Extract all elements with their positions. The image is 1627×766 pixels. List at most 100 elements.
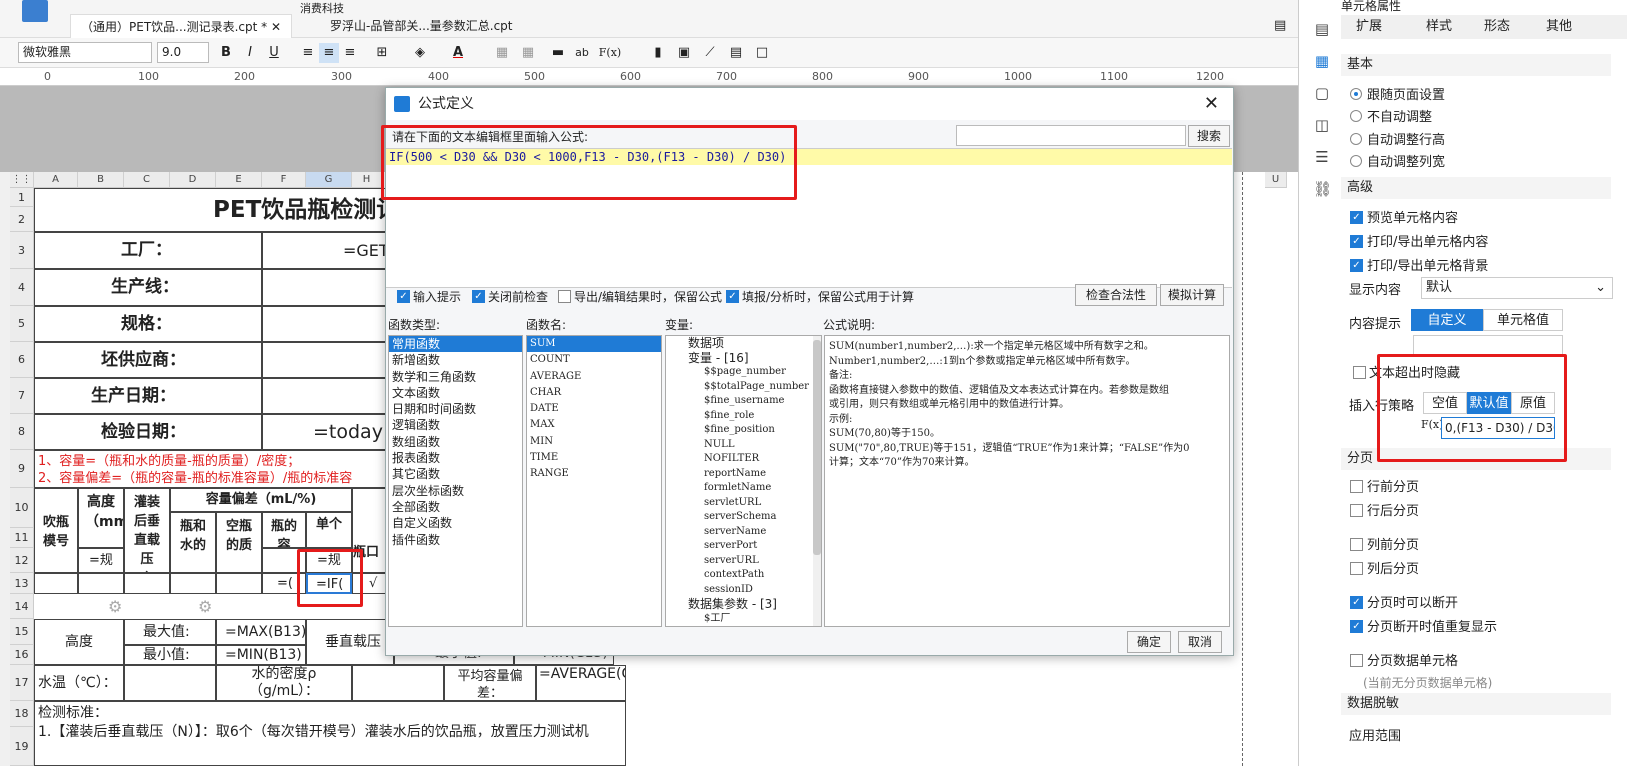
overflow-hide-checkbox[interactable] bbox=[1353, 366, 1366, 379]
formula-button[interactable]: F(x) bbox=[596, 43, 624, 63]
variable-item[interactable]: serverPort bbox=[666, 539, 821, 554]
image-icon[interactable]: ▣ bbox=[674, 43, 694, 63]
header-mold-no[interactable]: 吹瓶模号 bbox=[34, 488, 78, 573]
check-before-close-checkbox[interactable]: ✓ bbox=[472, 290, 485, 303]
column-header-h[interactable]: H bbox=[352, 172, 382, 188]
list-item[interactable]: 全部函数 bbox=[389, 499, 522, 515]
cell-element-icon[interactable]: ▦ bbox=[1313, 52, 1331, 70]
list-item[interactable]: 自定义函数 bbox=[389, 515, 522, 531]
column-header-b[interactable]: B bbox=[78, 172, 124, 188]
scrollbar[interactable] bbox=[813, 336, 821, 626]
hint-input[interactable] bbox=[1413, 335, 1563, 355]
header-bottle-capacity[interactable]: 瓶的容 bbox=[262, 512, 306, 548]
widget-icon[interactable]: ▢ bbox=[1313, 84, 1331, 102]
keep-formula-export-checkbox[interactable] bbox=[558, 290, 571, 303]
list-item[interactable]: 数学和三角函数 bbox=[389, 369, 522, 385]
condition-icon[interactable]: ◫ bbox=[1313, 116, 1331, 134]
unmerge-icon[interactable]: ▦ bbox=[518, 43, 538, 63]
font-color-icon[interactable]: A bbox=[448, 43, 468, 63]
keep-formula-fill-checkbox[interactable]: ✓ bbox=[726, 290, 739, 303]
header-load[interactable]: 灌装后垂直载压（N bbox=[124, 488, 170, 573]
print-background-checkbox[interactable]: ✓ bbox=[1350, 259, 1363, 272]
column-header-g[interactable]: G bbox=[306, 172, 352, 188]
font-family-select[interactable]: 微软雅黑 bbox=[18, 42, 152, 63]
row-header[interactable]: 4 bbox=[10, 269, 34, 306]
row-header[interactable]: 6 bbox=[10, 342, 34, 378]
column-header-d[interactable]: D bbox=[170, 172, 216, 188]
variable-item[interactable]: reportName bbox=[666, 467, 821, 482]
row-header[interactable]: 1 bbox=[10, 188, 34, 207]
list-item[interactable]: 插件函数 bbox=[389, 532, 522, 548]
list-item[interactable]: 日期和时间函数 bbox=[389, 401, 522, 417]
column-header-a[interactable]: A bbox=[34, 172, 78, 188]
height-spec-formula[interactable]: =规 bbox=[78, 548, 124, 573]
list-item[interactable]: 数组函数 bbox=[389, 434, 522, 450]
list-item[interactable]: RANGE bbox=[527, 466, 661, 482]
align-left-icon[interactable]: ≡ bbox=[298, 43, 318, 63]
variable-item[interactable]: $fine_username bbox=[666, 394, 821, 409]
row-header[interactable]: 9 bbox=[10, 450, 34, 488]
variable-tree[interactable]: 数据项 变量 - [16] $$page_number $$totalPage_num… bbox=[665, 335, 822, 627]
list-item[interactable]: MAX bbox=[527, 417, 661, 433]
label-check-date[interactable]: 检验日期： bbox=[34, 414, 262, 450]
variable-item[interactable]: serverSchema bbox=[666, 510, 821, 525]
variable-item[interactable]: contextPath bbox=[666, 568, 821, 583]
row-header[interactable]: 5 bbox=[10, 306, 34, 342]
row-header[interactable]: 13 bbox=[10, 573, 34, 594]
cell-properties-icon[interactable]: ▤ bbox=[1313, 20, 1331, 38]
search-button[interactable]: 搜索 bbox=[1188, 125, 1230, 147]
sub-report-icon[interactable]: ▤ bbox=[726, 43, 746, 63]
function-search-input[interactable] bbox=[956, 125, 1186, 146]
supplier-value[interactable] bbox=[262, 342, 394, 378]
bold-button[interactable]: B bbox=[216, 43, 236, 63]
list-item[interactable]: 层次坐标函数 bbox=[389, 483, 522, 499]
preview-content-checkbox[interactable]: ✓ bbox=[1350, 211, 1363, 224]
variable-item[interactable]: 数据集参数 - [3] bbox=[666, 597, 821, 612]
list-item[interactable]: 常用函数 bbox=[389, 336, 522, 353]
list-item[interactable]: CHAR bbox=[527, 385, 661, 401]
variable-item[interactable]: NOFILTER bbox=[666, 452, 821, 467]
standard-cell[interactable]: 检测标准： 1.【灌装后垂直载压（N）】：取6个（每次错开模号）灌装水后的饮品瓶… bbox=[34, 701, 626, 766]
list-item[interactable]: DATE bbox=[527, 401, 661, 417]
label-vertical-load[interactable]: 垂直载压 bbox=[306, 619, 394, 665]
row-header[interactable]: 15 bbox=[10, 619, 34, 645]
merge-icon[interactable]: ▦ bbox=[492, 43, 512, 63]
text-button[interactable]: ab bbox=[572, 43, 592, 63]
tab-expand[interactable]: 扩展 bbox=[1341, 15, 1397, 39]
tab-style[interactable]: 样式 bbox=[1411, 15, 1467, 39]
variable-item[interactable]: sessionID bbox=[666, 583, 821, 598]
row-header[interactable]: 8 bbox=[10, 414, 34, 450]
section-basic[interactable]: 基本 bbox=[1341, 54, 1611, 76]
check-date-formula[interactable]: =today bbox=[262, 414, 394, 450]
variable-item[interactable]: serverName bbox=[666, 525, 821, 540]
list-item[interactable]: 报表函数 bbox=[389, 450, 522, 466]
input-hint-checkbox[interactable]: ✓ bbox=[397, 290, 410, 303]
header-capacity-deviation[interactable]: 容量偏差（mL/%) bbox=[170, 488, 352, 512]
label-min[interactable]: 最小值: bbox=[124, 645, 216, 665]
variable-item[interactable]: serverURL bbox=[666, 554, 821, 569]
variable-item[interactable]: $fine_position bbox=[666, 423, 821, 438]
column-header-e[interactable]: E bbox=[216, 172, 262, 188]
row-header[interactable]: 16 bbox=[10, 645, 34, 665]
variable-item[interactable]: $fine_role bbox=[666, 409, 821, 424]
insert-row-icon[interactable]: ▬ bbox=[548, 43, 568, 63]
corner-icon[interactable]: ⋮⋮ bbox=[10, 172, 34, 188]
function-type-list[interactable]: 常用函数 新增函数 数学和三角函数 文本函数 日期和时间函数 逻辑函数 数组函数… bbox=[388, 335, 523, 627]
column-header-u[interactable]: U bbox=[1265, 172, 1287, 188]
label-avg-deviation[interactable]: 平均容量偏差： bbox=[444, 665, 536, 701]
print-content-checkbox[interactable]: ✓ bbox=[1350, 235, 1363, 248]
row13-load[interactable] bbox=[124, 573, 170, 594]
column-header-f[interactable]: F bbox=[262, 172, 306, 188]
page-data-cell-checkbox[interactable] bbox=[1350, 654, 1363, 667]
min-formula[interactable]: =MIN(B13) bbox=[216, 645, 306, 665]
page-break-before-row-checkbox[interactable] bbox=[1350, 480, 1363, 493]
repeat-value-checkbox[interactable]: ✓ bbox=[1350, 620, 1363, 633]
section-advanced[interactable]: 高级 bbox=[1341, 177, 1611, 199]
row-header[interactable]: 18 bbox=[10, 701, 34, 727]
row13-empty[interactable] bbox=[216, 573, 262, 594]
check-validity-button[interactable]: 检查合法性 bbox=[1075, 284, 1157, 306]
list-item[interactable]: MIN bbox=[527, 434, 661, 450]
max-formula[interactable]: =MAX(B13) bbox=[216, 619, 306, 645]
page-break-before-col-checkbox[interactable] bbox=[1350, 538, 1363, 551]
list-item[interactable]: COUNT bbox=[527, 352, 661, 368]
